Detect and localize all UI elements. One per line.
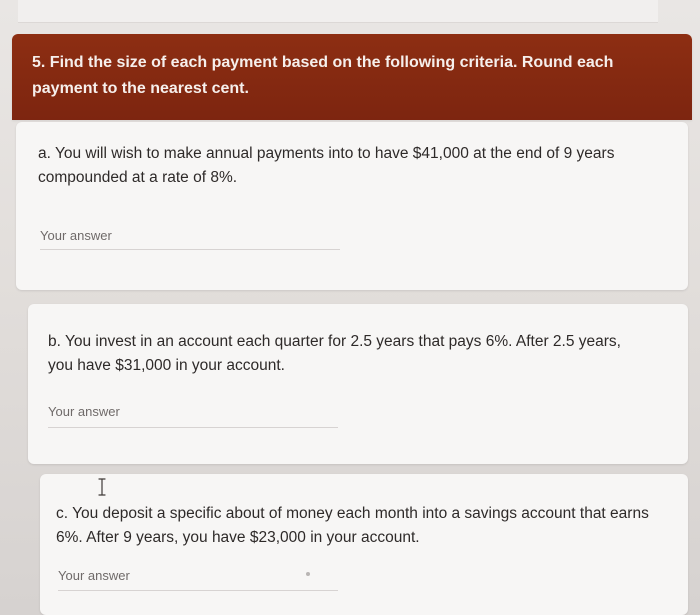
answer-input-c[interactable]: Your answer [58,568,130,583]
answer-underline-b [48,427,338,428]
answer-input-b[interactable]: Your answer [48,404,120,419]
question-header-card: 5. Find the size of each payment based o… [12,34,692,120]
answer-underline-a [40,249,340,250]
form-page: 5. Find the size of each payment based o… [0,0,700,615]
previous-card-edge [18,0,658,23]
question-card-a: a. You will wish to make annual payments… [16,122,688,290]
answer-input-a[interactable]: Your answer [40,228,112,243]
answer-underline-c [58,590,338,591]
question-c-text: c. You deposit a specific about of money… [56,505,649,546]
question-b-text: b. You invest in an account each quarter… [48,333,621,374]
question-a-text: a. You will wish to make annual payments… [38,145,615,186]
question-header-band: 5. Find the size of each payment based o… [12,34,692,120]
question-card-b: b. You invest in an account each quarter… [28,304,688,464]
question-title: 5. Find the size of each payment based o… [32,54,614,97]
input-dot-marker [306,572,310,576]
text-cursor-icon [98,478,106,496]
question-card-c: c. You deposit a specific about of money… [40,474,688,615]
